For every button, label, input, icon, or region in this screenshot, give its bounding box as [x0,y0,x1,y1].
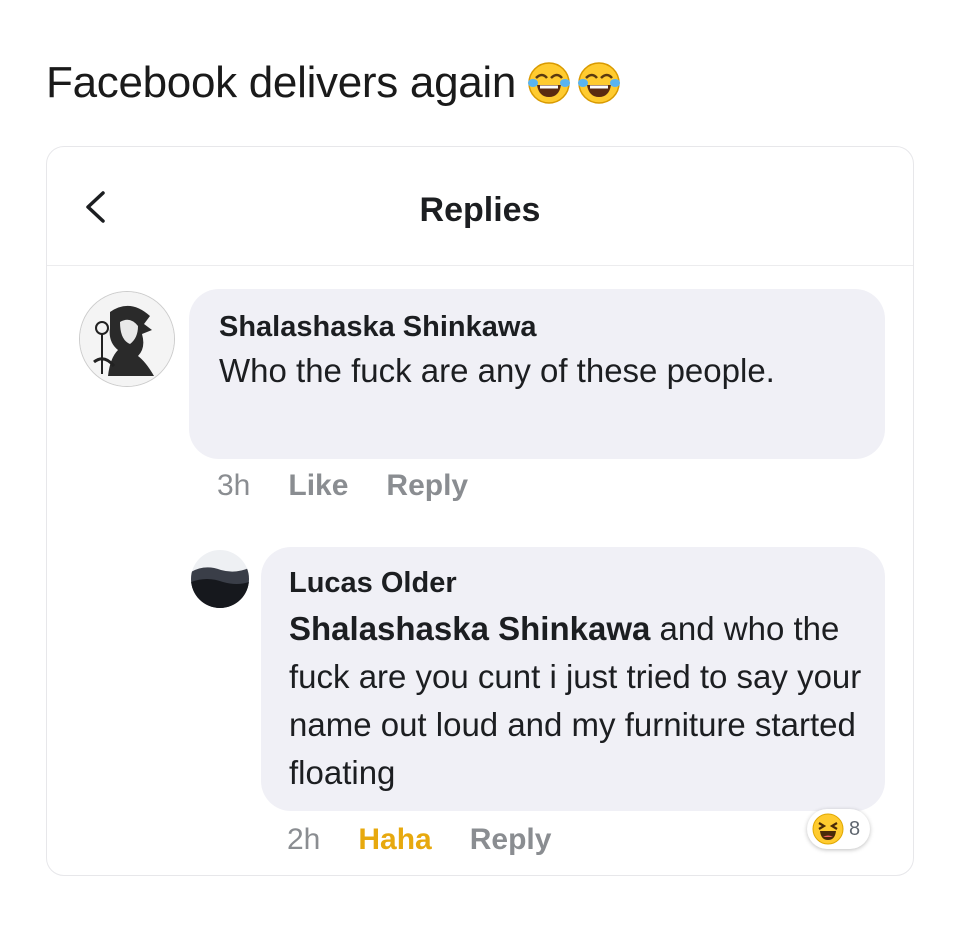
reply-button[interactable]: Reply [386,469,468,503]
face-with-tears-of-joy-icon [578,62,621,104]
mention-link[interactable]: Shalashaska Shinkawa [289,610,650,647]
replies-panel: Replies Shalashaska Shinkawa Who the fuc… [46,146,914,876]
caption-text: Facebook delivers again [46,58,517,107]
reaction-count: 8 [849,817,861,840]
post-caption: Facebook delivers again [46,58,622,108]
like-button[interactable]: Like [288,469,348,503]
page-title: Replies [419,191,541,229]
reply-button[interactable]: Reply [470,823,552,857]
replies-header: Replies [47,147,913,266]
comment-timestamp[interactable]: 2h [287,823,320,857]
comment-bubble: Lucas Older Shalashaska Shinkawa and who… [261,547,885,811]
comment-author[interactable]: Lucas Older [289,567,457,600]
comment-bubble: Shalashaska Shinkawa Who the fuck are an… [189,289,885,459]
face-with-tears-of-joy-icon [528,62,571,104]
comment-text: Who the fuck are any of these people. [219,352,775,389]
comment-timestamp[interactable]: 3h [217,469,250,503]
comment-actions: 3h Like Reply [217,469,468,503]
reaction-summary[interactable]: 8 [807,809,871,849]
haha-reaction-icon [812,813,844,845]
avatar[interactable] [191,550,249,608]
comment-author[interactable]: Shalashaska Shinkawa [219,311,537,344]
comment-text: Shalashaska Shinkawa and who the fuck ar… [289,605,879,797]
haha-reaction-button[interactable]: Haha [358,823,431,857]
avatar[interactable] [79,291,175,387]
comment-actions: 2h Haha Reply [287,823,551,857]
